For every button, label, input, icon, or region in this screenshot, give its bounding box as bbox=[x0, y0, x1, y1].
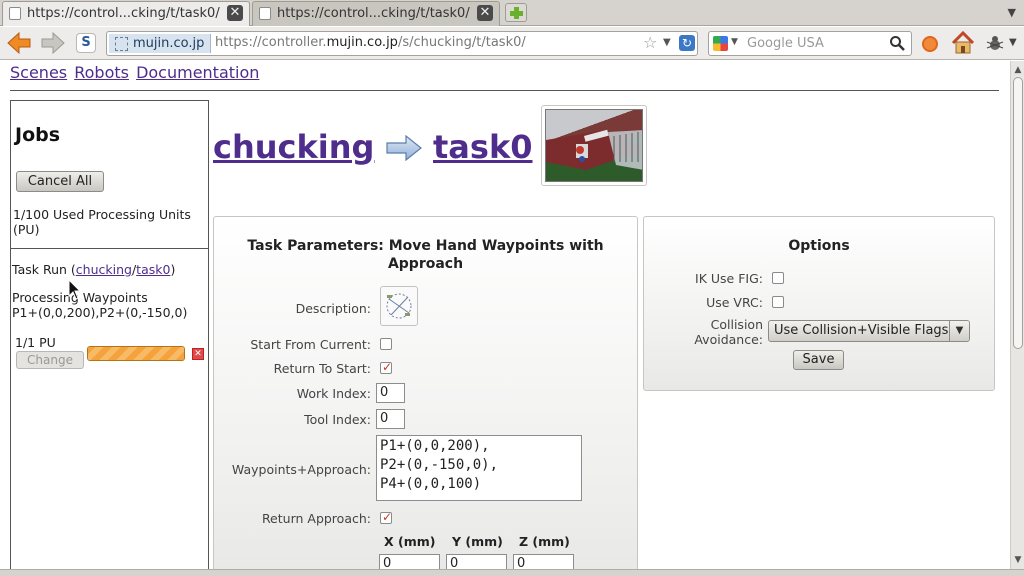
return-to-start-label: Return To Start: bbox=[273, 361, 371, 376]
close-tab-icon[interactable]: ✕ bbox=[227, 5, 243, 21]
url-history-dropdown-icon[interactable]: ▼ bbox=[663, 37, 671, 48]
y-column-header: Y (mm) bbox=[452, 534, 503, 549]
task-parameters-title: Task Parameters: Move Hand Waypoints wit… bbox=[247, 238, 604, 272]
tab-1[interactable]: https://control...cking/t/task0/ ✕ bbox=[2, 1, 250, 26]
tab-bar: https://control...cking/t/task0/ ✕ https… bbox=[0, 0, 1024, 26]
scene-link[interactable]: chucking bbox=[213, 128, 374, 166]
navigation-bar: S mujin.co.jp https://controller.mujin.c… bbox=[0, 27, 1024, 60]
scroll-up-icon[interactable]: ▲ bbox=[1013, 65, 1023, 75]
nav-robots-link[interactable]: Robots bbox=[74, 63, 129, 82]
tab-list-icon[interactable]: ▼ bbox=[1008, 6, 1016, 19]
waypoints-label: Waypoints+Approach: bbox=[231, 462, 371, 477]
page-icon bbox=[259, 7, 271, 20]
tab-title: https://control...cking/t/task0/ bbox=[27, 6, 220, 21]
use-vrc-label: Use VRC: bbox=[706, 295, 763, 310]
z-column-header: Z (mm) bbox=[519, 534, 570, 549]
return-approach-label: Return Approach: bbox=[261, 511, 371, 526]
jobs-title: Jobs bbox=[15, 124, 61, 146]
save-button[interactable]: Save bbox=[793, 350, 844, 370]
divider bbox=[11, 248, 208, 249]
forward-arrow-icon bbox=[41, 31, 65, 55]
back-arrow-icon bbox=[7, 31, 31, 55]
return-approach-checkbox[interactable] bbox=[380, 510, 392, 524]
bookmark-star-icon[interactable]: ☆ bbox=[643, 33, 657, 52]
start-from-current-checkbox[interactable] bbox=[380, 338, 392, 350]
divider bbox=[10, 90, 999, 91]
page-icon bbox=[9, 7, 21, 20]
work-index-label: Work Index: bbox=[296, 386, 371, 401]
collision-avoidance-value: Use Collision+Visible Flags bbox=[774, 323, 949, 338]
tool-index-label: Tool Index: bbox=[304, 412, 371, 427]
scene-preview-image bbox=[545, 109, 643, 182]
task-diagram-icon bbox=[386, 293, 412, 319]
home-icon[interactable] bbox=[950, 30, 976, 56]
z-input[interactable]: 0 bbox=[513, 554, 574, 569]
google-icon[interactable] bbox=[713, 36, 728, 51]
search-placeholder[interactable]: Google USA bbox=[747, 36, 824, 51]
task-run-task-link[interactable]: task0 bbox=[136, 262, 170, 277]
x-input[interactable]: 0 bbox=[379, 554, 440, 569]
cancel-all-button[interactable]: Cancel All bbox=[16, 171, 104, 192]
scrollbar-thumb[interactable] bbox=[1013, 77, 1023, 349]
y-input[interactable]: 0 bbox=[446, 554, 507, 569]
job-progress-bar bbox=[87, 346, 185, 361]
chevron-down-icon: ▼ bbox=[949, 321, 969, 341]
status-bar bbox=[0, 569, 1024, 576]
right-arrow-icon bbox=[386, 135, 422, 161]
reload-icon[interactable]: ↻ bbox=[679, 35, 695, 51]
ik-use-fig-checkbox[interactable] bbox=[772, 272, 784, 284]
job-status-text: Processing Waypoints P1+(0,0,200),P2+(0,-… bbox=[12, 290, 188, 320]
top-navigation: Scenes Robots Documentation bbox=[10, 63, 261, 82]
vertical-scrollbar[interactable]: ▲ ▼ bbox=[1010, 61, 1024, 569]
job-pu-text: 1/1 PU bbox=[15, 335, 56, 350]
task-run-label: Task Run (chucking/task0) bbox=[12, 262, 176, 277]
pu-usage-text: 1/100 Used Processing Units (PU) bbox=[13, 207, 191, 237]
options-title: Options bbox=[788, 238, 850, 254]
tab-2[interactable]: https://control...cking/t/task0/ ✕ bbox=[252, 1, 500, 26]
collision-avoidance-select[interactable]: Use Collision+Visible Flags ▼ bbox=[768, 320, 970, 342]
back-button[interactable] bbox=[6, 31, 32, 55]
url-text[interactable]: https://controller.mujin.co.jp/s/chuckin… bbox=[215, 35, 526, 50]
search-box[interactable]: ▼ Google USA bbox=[708, 31, 912, 56]
site-identity[interactable]: mujin.co.jp bbox=[109, 34, 212, 53]
scroll-down-icon[interactable]: ▼ bbox=[1013, 555, 1023, 565]
ik-use-fig-label: IK Use FIG: bbox=[695, 271, 763, 286]
task-run-scene-link[interactable]: chucking bbox=[76, 262, 132, 277]
sync-icon[interactable]: S bbox=[76, 33, 96, 53]
waypoints-textarea[interactable]: P1+(0,0,200), P2+(0,-150,0), P4+(0,0,100… bbox=[376, 435, 582, 501]
return-to-start-checkbox[interactable] bbox=[380, 360, 392, 374]
jobs-panel: Jobs Cancel All 1/100 Used Processing Un… bbox=[10, 100, 209, 569]
description-image[interactable] bbox=[380, 286, 418, 326]
tab-title: https://control...cking/t/task0/ bbox=[277, 6, 470, 21]
close-tab-icon[interactable]: ✕ bbox=[477, 5, 493, 21]
use-vrc-checkbox[interactable] bbox=[772, 296, 784, 308]
forward-button[interactable] bbox=[40, 31, 66, 55]
mouse-cursor-icon bbox=[68, 279, 82, 300]
firebug-icon[interactable] bbox=[986, 34, 1004, 52]
menu-dropdown-icon[interactable]: ▼ bbox=[1009, 37, 1017, 48]
description-label: Description: bbox=[295, 301, 371, 316]
nav-documentation-link[interactable]: Documentation bbox=[136, 63, 259, 82]
new-tab-button[interactable] bbox=[505, 3, 527, 22]
x-column-header: X (mm) bbox=[384, 534, 436, 549]
progress-fill bbox=[88, 347, 184, 360]
search-engine-dropdown-icon[interactable]: ▼ bbox=[731, 37, 738, 47]
task-link[interactable]: task0 bbox=[433, 128, 532, 166]
addon-icon[interactable] bbox=[922, 36, 938, 52]
collision-avoidance-label: Collision Avoidance: bbox=[694, 317, 763, 347]
scene-title: chucking bbox=[213, 128, 374, 166]
nav-scenes-link[interactable]: Scenes bbox=[10, 63, 67, 82]
start-from-current-label: Start From Current: bbox=[250, 337, 371, 352]
search-icon[interactable] bbox=[889, 35, 905, 51]
tool-index-input[interactable]: 0 bbox=[376, 409, 405, 429]
address-bar[interactable]: mujin.co.jp https://controller.mujin.co.… bbox=[106, 31, 698, 56]
cancel-job-icon[interactable]: ✕ bbox=[192, 348, 204, 360]
page-content: Scenes Robots Documentation Jobs Cancel … bbox=[0, 61, 1010, 569]
scene-thumbnail[interactable] bbox=[541, 105, 647, 186]
work-index-input[interactable]: 0 bbox=[376, 383, 405, 403]
change-button[interactable]: Change bbox=[16, 351, 84, 369]
task-title: task0 bbox=[433, 128, 532, 166]
